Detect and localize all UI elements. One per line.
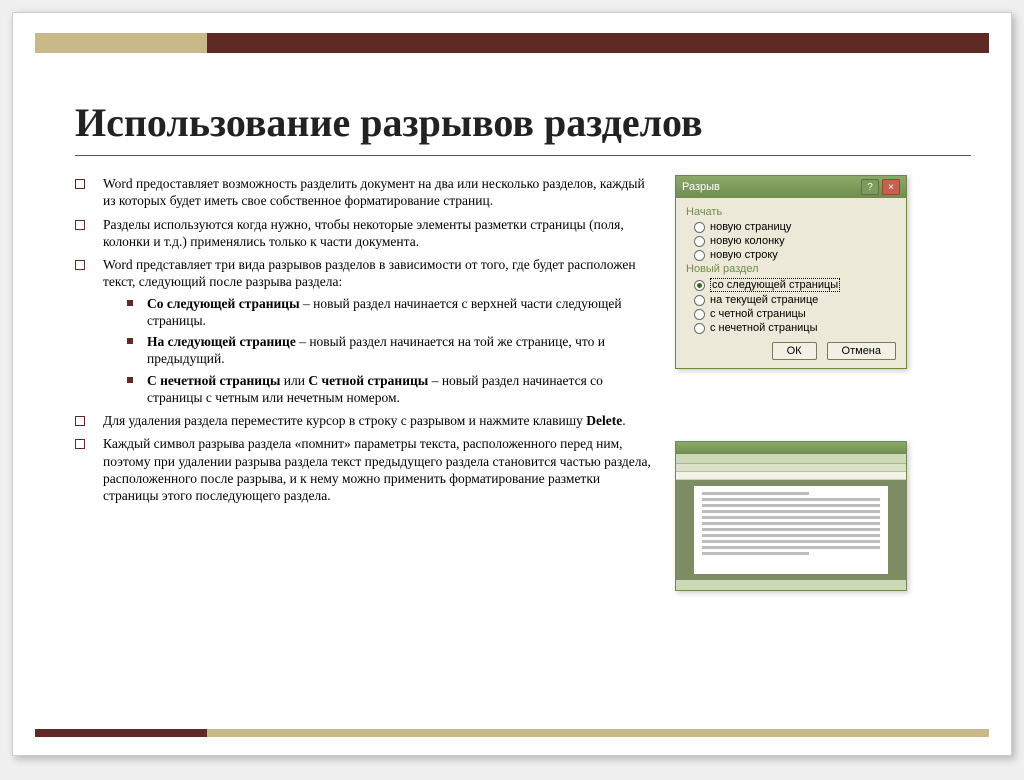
cancel-button[interactable]: Отмена [827,342,896,360]
radio-label: новую строку [710,249,778,261]
mini-text-line [702,552,809,555]
group-label-section: Новый раздел [686,263,896,275]
sub-bullet-bold: С четной страницы [308,373,428,388]
radio-new-page[interactable]: новую страницу [694,221,896,233]
sub-bullet-text: или [280,373,308,388]
radio-icon [694,222,705,233]
mini-document-area [676,480,906,580]
sub-bullet-item: На следующей странице – новый раздел нач… [127,333,655,368]
mini-text-line [702,492,809,495]
band-segment [207,729,989,737]
band-segment [207,33,989,53]
radio-label: новую колонку [710,235,785,247]
decorative-bottom-band [35,729,989,737]
radio-label: со следующей страницы [710,278,840,292]
bullet-text: Каждый символ разрыва раздела «помнит» п… [103,436,651,503]
radio-label: с четной страницы [710,308,806,320]
radio-icon [694,280,705,291]
bullet-item: Word предоставляет возможность разделить… [75,175,655,210]
radio-current-page[interactable]: на текущей странице [694,294,896,306]
bullet-item: Каждый символ разрыва раздела «помнит» п… [75,435,655,504]
radio-icon [694,309,705,320]
sub-bullet-item: Со следующей страницы – новый раздел нач… [127,295,655,330]
sub-bullet-item: С нечетной страницы или С четной страниц… [127,372,655,407]
screenshots-column: Разрыв ? × Начать новую страницу новую к… [675,175,971,591]
title-underline [75,155,971,156]
dialog-titlebar: Разрыв ? × [676,176,906,198]
radio-next-page[interactable]: со следующей страницы [694,278,896,292]
mini-text-line [702,540,880,543]
mini-text-line [702,510,880,513]
dialog-title-text: Разрыв [682,181,720,193]
word-window-screenshot [675,441,907,591]
radio-even-page[interactable]: с четной страницы [694,308,896,320]
sub-bullet-bold: Со следующей страницы [147,296,300,311]
mini-text-line [702,522,880,525]
ok-button[interactable]: ОК [772,342,817,360]
sub-bullet-bold: С нечетной страницы [147,373,280,388]
radio-icon [694,250,705,261]
mini-text-line [702,546,880,549]
close-icon[interactable]: × [882,179,900,195]
dialog-body: Начать новую страницу новую колонку нову… [676,198,906,368]
bullet-item: Для удаления раздела переместите курсор … [75,412,655,429]
radio-label: с нечетной страницы [710,322,818,334]
mini-text-line [702,504,880,507]
radio-label: новую страницу [710,221,791,233]
group-label-start: Начать [686,206,896,218]
band-segment [35,729,207,737]
bullet-text: Word предоставляет возможность разделить… [103,176,645,208]
mini-text-line [702,516,880,519]
bullet-text: Разделы используются когда нужно, чтобы … [103,217,624,249]
mini-titlebar [676,442,906,454]
radio-icon [694,295,705,306]
bullet-bold: Delete [586,413,622,428]
mini-ruler [676,472,906,480]
radio-icon [694,323,705,334]
bullet-text: . [622,413,625,428]
bullet-item: Word представляет три вида разрывов разд… [75,256,655,406]
sub-bullet-bold: На следующей странице [147,334,296,349]
break-dialog: Разрыв ? × Начать новую страницу новую к… [675,175,907,369]
mini-page [694,486,888,574]
help-icon[interactable]: ? [861,179,879,195]
dialog-button-row: ОК Отмена [686,342,896,360]
mini-text-line [702,528,880,531]
mini-statusbar [676,580,906,590]
radio-icon [694,236,705,247]
slide: Использование разрывов разделов Word пре… [12,12,1012,756]
band-segment [35,33,207,53]
radio-new-line[interactable]: новую строку [694,249,896,261]
bullet-text: Для удаления раздела переместите курсор … [103,413,586,428]
slide-title: Использование разрывов разделов [75,99,703,146]
text-column: Word предоставляет возможность разделить… [75,175,655,591]
mini-toolbar [676,454,906,464]
content-area: Word предоставляет возможность разделить… [75,175,971,591]
radio-label: на текущей странице [710,294,818,306]
mini-text-line [702,534,880,537]
radio-new-column[interactable]: новую колонку [694,235,896,247]
bullet-item: Разделы используются когда нужно, чтобы … [75,216,655,251]
mini-text-line [702,498,880,501]
radio-odd-page[interactable]: с нечетной страницы [694,322,896,334]
mini-toolbar [676,464,906,472]
bullet-text: Word представляет три вида разрывов разд… [103,257,636,289]
decorative-top-band [35,33,989,53]
